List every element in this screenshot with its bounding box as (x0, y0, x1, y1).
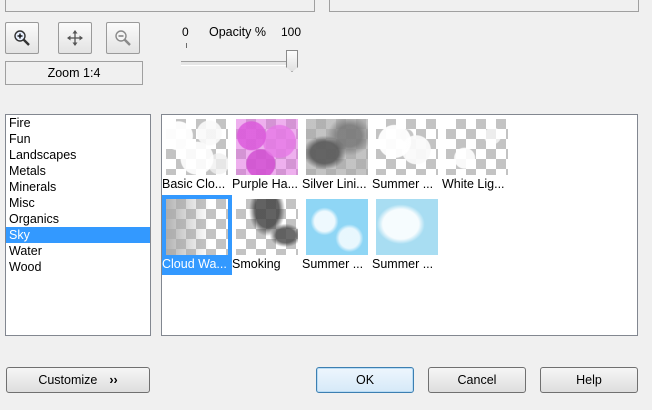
category-item[interactable]: Misc (6, 195, 150, 211)
customize-button[interactable]: Customize ›› (6, 367, 150, 393)
category-item[interactable]: Minerals (6, 179, 150, 195)
texture-preview-image (376, 119, 438, 175)
zoom-level-label: Zoom 1:4 (5, 61, 143, 85)
texture-caption: Summer ... (372, 257, 434, 271)
move-arrows-icon (67, 30, 83, 46)
zoom-out-button[interactable] (106, 22, 140, 54)
texture-caption: White Lig... (442, 177, 505, 191)
zoom-in-icon (14, 30, 30, 46)
texture-caption: Silver Lini... (302, 177, 367, 191)
opacity-slider-track[interactable] (181, 61, 297, 66)
category-item[interactable]: Organics (6, 211, 150, 227)
help-button[interactable]: Help (540, 367, 638, 393)
opacity-label: Opacity % (209, 25, 266, 39)
category-item[interactable]: Fire (6, 115, 150, 131)
texture-preview-image (376, 199, 438, 255)
texture-thumbnail[interactable]: Cloud Wa... (162, 195, 232, 275)
opacity-min-label: 0 (182, 25, 189, 39)
category-item[interactable]: Wood (6, 259, 150, 275)
texture-caption: Cloud Wa... (162, 257, 227, 271)
texture-preview-image (446, 119, 508, 175)
category-item[interactable]: Water (6, 243, 150, 259)
texture-caption: Basic Clo... (162, 177, 226, 191)
opacity-tick (186, 43, 187, 48)
category-item[interactable]: Sky (6, 227, 150, 243)
left-preview-frame (5, 0, 315, 12)
opacity-slider-thumb[interactable] (286, 50, 298, 72)
texture-thumbnail[interactable]: Silver Lini... (302, 115, 372, 195)
texture-thumbnail[interactable]: Smoking (232, 195, 302, 275)
texture-preview-image (236, 119, 298, 175)
texture-thumbnail[interactable]: Purple Ha... (232, 115, 302, 195)
cancel-button[interactable]: Cancel (428, 367, 526, 393)
opacity-max-label: 100 (281, 25, 302, 39)
category-item[interactable]: Metals (6, 163, 150, 179)
texture-thumbnail[interactable]: Summer ... (302, 195, 372, 275)
texture-thumbnail[interactable]: Summer ... (372, 195, 442, 275)
texture-caption: Summer ... (372, 177, 434, 191)
double-chevron-right-icon: ›› (109, 373, 118, 387)
texture-caption: Purple Ha... (232, 177, 299, 191)
texture-preview-image (306, 119, 368, 175)
texture-thumbnail[interactable]: White Lig... (442, 115, 512, 195)
zoom-in-button[interactable] (5, 22, 39, 54)
texture-caption: Summer ... (302, 257, 364, 271)
customize-button-label: Customize (38, 373, 98, 387)
texture-thumbnail[interactable]: Basic Clo... (162, 115, 232, 195)
texture-thumbnail-panel[interactable]: Basic Clo... Purple Ha... Silver Lini... Su… (161, 114, 638, 336)
texture-thumbnail[interactable]: Summer ... (372, 115, 442, 195)
texture-preview-image (166, 199, 228, 255)
zoom-out-icon (115, 30, 131, 46)
texture-preview-image (166, 119, 228, 175)
texture-caption: Smoking (232, 257, 281, 271)
category-item[interactable]: Fun (6, 131, 150, 147)
ok-button[interactable]: OK (316, 367, 414, 393)
pan-button[interactable] (58, 22, 92, 54)
category-item[interactable]: Landscapes (6, 147, 150, 163)
texture-preview-image (236, 199, 298, 255)
texture-preview-image (306, 199, 368, 255)
right-preview-frame (329, 0, 639, 12)
category-list[interactable]: Fire Fun Landscapes Metals Minerals Misc Organ… (5, 114, 151, 336)
